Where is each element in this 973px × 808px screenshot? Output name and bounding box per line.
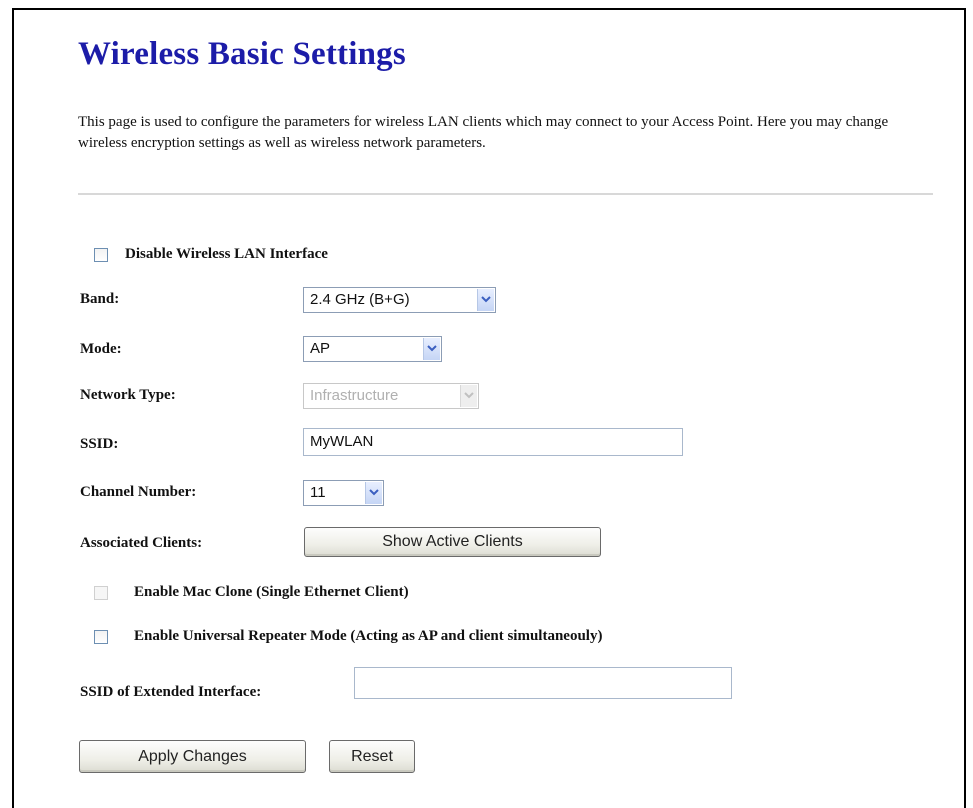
disable-wlan-label: Disable Wireless LAN Interface [125, 246, 328, 262]
chevron-down-icon [477, 289, 494, 311]
universal-repeater-checkbox[interactable] [94, 630, 108, 644]
show-active-clients-button[interactable]: Show Active Clients [304, 527, 601, 557]
channel-number-select[interactable]: 11 [303, 480, 384, 506]
ssid-extended-input[interactable] [354, 667, 732, 699]
mac-clone-label: Enable Mac Clone (Single Ethernet Client… [134, 584, 409, 600]
page-title: Wireless Basic Settings [78, 36, 406, 72]
network-type-label: Network Type: [80, 387, 176, 403]
mode-select-value: AP [310, 340, 331, 357]
universal-repeater-label: Enable Universal Repeater Mode (Acting a… [134, 628, 603, 644]
page-description: This page is used to configure the param… [78, 114, 889, 151]
reset-button[interactable]: Reset [329, 740, 415, 773]
band-select[interactable]: 2.4 GHz (B+G) [303, 287, 496, 313]
chevron-down-icon [460, 385, 477, 407]
band-label: Band: [80, 291, 120, 307]
mac-clone-checkbox [94, 586, 108, 600]
mode-select[interactable]: AP [303, 336, 442, 362]
mode-label: Mode: [80, 341, 122, 357]
apply-changes-button[interactable]: Apply Changes [79, 740, 306, 773]
chevron-down-icon [423, 338, 440, 360]
chevron-down-icon [365, 482, 382, 504]
ssid-extended-label: SSID of Extended Interface: [80, 684, 262, 700]
network-type-select: Infrastructure [303, 383, 479, 409]
ssid-input[interactable]: MyWLAN [303, 428, 683, 456]
channel-number-select-value: 11 [310, 484, 326, 501]
channel-number-label: Channel Number: [80, 484, 197, 500]
disable-wlan-checkbox[interactable] [94, 248, 108, 262]
network-type-select-value: Infrastructure [310, 387, 399, 404]
band-select-value: 2.4 GHz (B+G) [310, 291, 410, 308]
associated-clients-label: Associated Clients: [80, 535, 203, 551]
ssid-label: SSID: [80, 436, 119, 452]
divider [78, 193, 933, 195]
